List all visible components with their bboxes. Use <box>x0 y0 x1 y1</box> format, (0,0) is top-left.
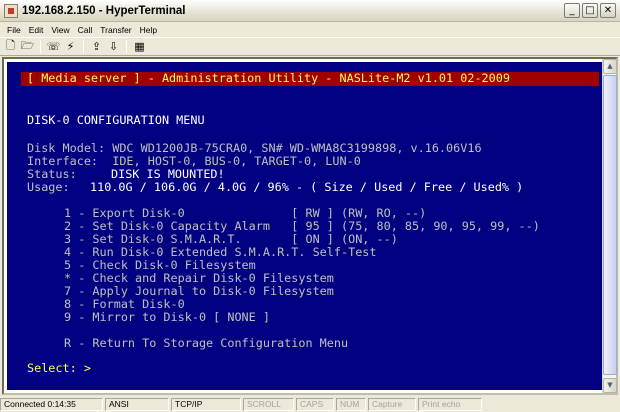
disconnect-icon[interactable]: ⚡ <box>63 39 78 54</box>
status-emulation: ANSI <box>105 397 169 411</box>
menu-edit[interactable]: Edit <box>25 25 48 35</box>
minimize-button[interactable]: _ <box>564 3 580 18</box>
window-controls: _ □ ✕ <box>564 3 616 18</box>
new-document-icon[interactable]: 🗋 <box>3 39 18 54</box>
banner-text: [ Media server ] - Administration Utilit… <box>27 71 510 85</box>
toolbar: 🗋 🗁 ☏ ⚡ ⇪ ⇩ ▦ <box>0 37 620 56</box>
usage-value: 110.0G / 106.0G / 4.0G / 96% - ( Size / … <box>90 180 524 194</box>
menu-help[interactable]: Help <box>136 25 161 35</box>
scroll-up-icon[interactable]: ▲ <box>603 59 617 74</box>
menu-heading: DISK-0 CONFIGURATION MENU <box>27 113 205 127</box>
option-mirror[interactable]: 9 - Mirror to Disk-0 [ NONE ] <box>64 311 270 324</box>
status-num: NUM <box>336 397 366 411</box>
properties-icon[interactable]: ▦ <box>132 39 147 54</box>
maximize-button[interactable]: □ <box>582 3 598 18</box>
menu-call[interactable]: Call <box>74 25 97 35</box>
menu-bar: File Edit View Call Transfer Help <box>0 22 620 37</box>
title-bar: 192.168.2.150 - HyperTerminal _ □ ✕ <box>0 0 620 22</box>
status-capture: Capture <box>368 397 416 411</box>
usage-label: Usage: <box>27 180 70 194</box>
status-bar: Connected 0:14:35 ANSI TCP/IP SCROLL CAP… <box>0 396 620 412</box>
terminal-frame: [ Media server ] - Administration Utilit… <box>2 57 618 395</box>
status-scroll: SCROLL <box>243 397 294 411</box>
terminal-screen[interactable]: [ Media server ] - Administration Utilit… <box>7 62 603 390</box>
status-protocol: TCP/IP <box>171 397 241 411</box>
status-caps: CAPS <box>296 397 334 411</box>
window-title: 192.168.2.150 - HyperTerminal <box>22 4 186 17</box>
toolbar-separator <box>126 40 127 53</box>
open-folder-icon[interactable]: 🗁 <box>20 39 35 54</box>
menu-file[interactable]: File <box>3 25 25 35</box>
scroll-thumb[interactable] <box>603 75 617 375</box>
toolbar-separator <box>83 40 84 53</box>
hyperterminal-icon[interactable] <box>4 3 18 18</box>
menu-transfer[interactable]: Transfer <box>96 25 135 35</box>
scroll-down-icon[interactable]: ▼ <box>603 378 617 393</box>
receive-icon[interactable]: ⇩ <box>106 39 121 54</box>
phone-icon[interactable]: ☏ <box>46 39 61 54</box>
status-connected: Connected 0:14:35 <box>0 397 103 411</box>
option-return[interactable]: R - Return To Storage Configuration Menu <box>64 337 348 350</box>
toolbar-separator <box>40 40 41 53</box>
menu-view[interactable]: View <box>47 25 73 35</box>
close-button[interactable]: ✕ <box>600 3 616 18</box>
status-print-echo: Print echo <box>418 397 482 411</box>
vertical-scrollbar[interactable]: ▲ ▼ <box>602 59 617 393</box>
select-prompt[interactable]: Select: > <box>27 362 91 375</box>
send-icon[interactable]: ⇪ <box>89 39 104 54</box>
